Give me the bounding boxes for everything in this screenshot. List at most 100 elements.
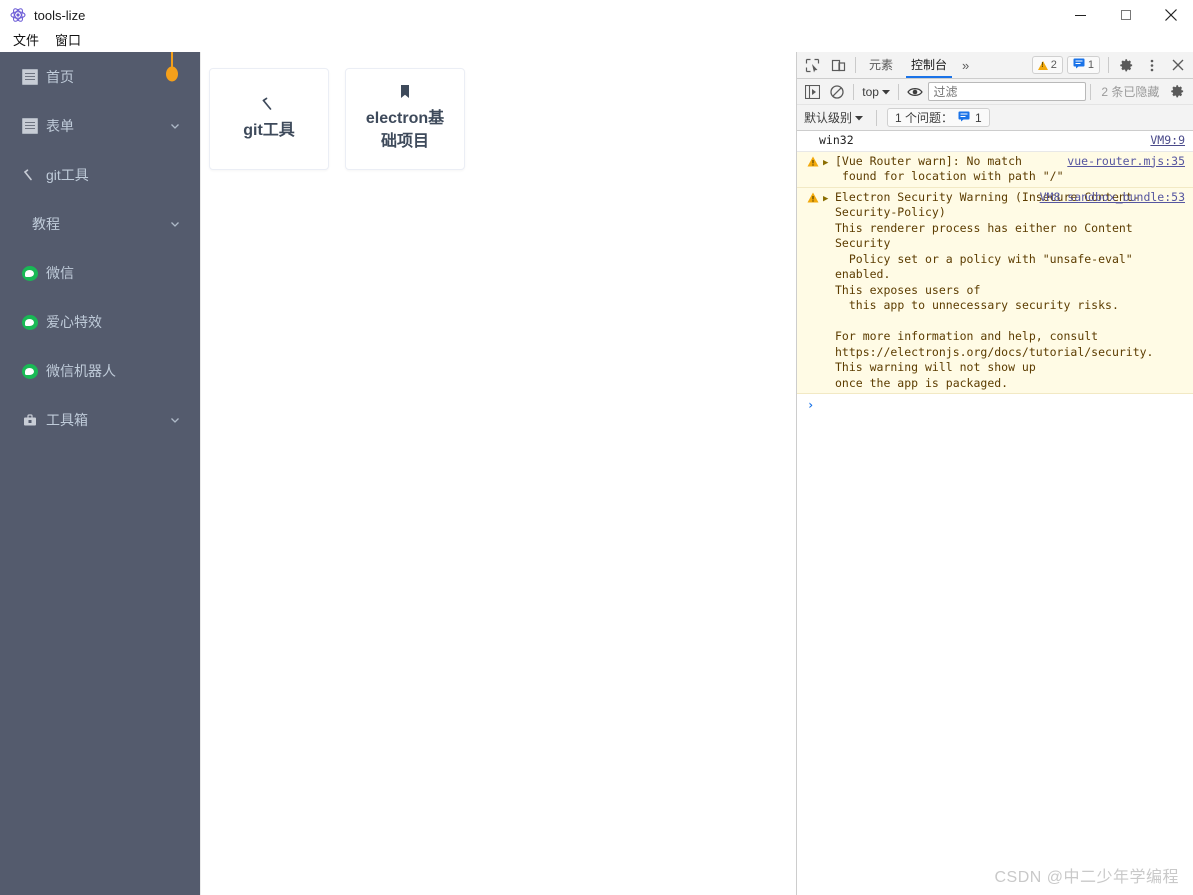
menu-bar: 文件 窗口 bbox=[0, 30, 1193, 52]
issues-label: 1 个问题： bbox=[895, 111, 954, 125]
window-controls bbox=[1058, 0, 1193, 30]
wrench-icon bbox=[22, 167, 38, 183]
card-label: git工具 bbox=[243, 121, 295, 139]
wechat-icon bbox=[22, 363, 38, 379]
console-prompt[interactable]: › bbox=[797, 394, 1193, 416]
wrench-icon bbox=[260, 95, 278, 113]
sidebar-item-label: 微信机器人 bbox=[46, 363, 116, 379]
title-bar: tools-lize bbox=[0, 0, 1193, 30]
divider bbox=[876, 109, 878, 126]
prompt-chevron-icon: › bbox=[807, 398, 815, 412]
close-icon[interactable] bbox=[1165, 53, 1191, 78]
warning-triangle-icon bbox=[1037, 60, 1048, 70]
chevron-down-icon bbox=[168, 217, 182, 231]
execution-context-value: top bbox=[862, 84, 879, 99]
console-message-source[interactable]: VM9:9 bbox=[1150, 133, 1185, 149]
expand-arrow-icon[interactable]: ▶ bbox=[823, 156, 831, 172]
issues-count: 1 bbox=[975, 110, 982, 125]
hidden-messages-count: 2 条已隐藏 bbox=[1101, 85, 1160, 99]
sidebar-item-label: 爱心特效 bbox=[46, 314, 102, 330]
sidebar-item-label: 表单 bbox=[46, 118, 74, 134]
divider bbox=[1108, 57, 1109, 73]
inspect-element-icon[interactable] bbox=[799, 53, 825, 78]
document-icon bbox=[22, 118, 38, 134]
electron-icon bbox=[10, 7, 26, 23]
message-bubble-icon bbox=[1073, 58, 1085, 72]
title-bar-left: tools-lize bbox=[0, 7, 85, 23]
sidebar-item-wechat-robot[interactable]: 微信机器人 bbox=[0, 354, 200, 388]
console-message-source[interactable]: vue-router.mjs:35 bbox=[1067, 154, 1185, 170]
sidebar-item-label: 工具箱 bbox=[46, 412, 88, 428]
content-area: git工具 electron基础项目 bbox=[200, 52, 796, 895]
execution-context-select[interactable]: top bbox=[858, 85, 894, 99]
devtools-tabbar: 元素 控制台 » 2 bbox=[797, 52, 1193, 79]
card-electron-base-project[interactable]: electron基础项目 bbox=[345, 68, 465, 171]
sidebar-item-label: 微信 bbox=[46, 265, 74, 281]
gear-icon[interactable] bbox=[1113, 53, 1139, 78]
sidebar-item-tutorial[interactable]: 教程 bbox=[0, 207, 200, 241]
console-filter-input[interactable] bbox=[927, 82, 1087, 101]
sidebar-item-heart-effect[interactable]: 爱心特效 bbox=[0, 305, 200, 339]
sidebar-item-git-tools[interactable]: git工具 bbox=[0, 158, 200, 192]
minimize-button[interactable] bbox=[1058, 0, 1103, 30]
chevron-down-icon bbox=[881, 85, 890, 99]
log-level-select[interactable]: 默认级别 bbox=[801, 109, 866, 126]
wechat-icon bbox=[22, 265, 38, 281]
more-tabs-button[interactable]: » bbox=[956, 58, 975, 73]
main-body: 首页 表单 git工具 教程 微信 爱心特效 微信机器人 工具箱 git工具 e… bbox=[0, 52, 1193, 895]
sidebar: 首页 表单 git工具 教程 微信 爱心特效 微信机器人 工具箱 bbox=[0, 52, 200, 895]
sidebar-item-home[interactable]: 首页 bbox=[0, 60, 200, 94]
warning-count: 2 bbox=[1050, 59, 1057, 71]
expand-arrow-icon[interactable]: ▶ bbox=[823, 192, 831, 208]
warning-triangle-icon bbox=[807, 156, 819, 172]
sidebar-item-label: 教程 bbox=[32, 216, 60, 232]
console-filter-bar: top 2 条已隐藏 bbox=[797, 79, 1193, 105]
warning-triangle-icon bbox=[807, 192, 819, 208]
kebab-menu-icon[interactable] bbox=[1139, 53, 1165, 78]
toolbox-icon bbox=[22, 412, 38, 428]
divider bbox=[853, 83, 855, 100]
maximize-button[interactable] bbox=[1103, 0, 1148, 30]
console-message-list[interactable]: win32 VM9:9 ▶ [Vue Router warn]: No matc… bbox=[797, 131, 1193, 895]
console-message[interactable]: ▶ [Vue Router warn]: No match found for … bbox=[797, 151, 1193, 188]
document-icon bbox=[22, 69, 38, 85]
sidebar-item-wechat[interactable]: 微信 bbox=[0, 256, 200, 290]
chevron-down-icon bbox=[168, 119, 182, 133]
console-message-text: win32 bbox=[819, 133, 854, 147]
issues-button[interactable]: 1 个问题： 1 bbox=[887, 108, 990, 127]
clear-console-icon[interactable] bbox=[825, 79, 850, 104]
console-sidebar-icon[interactable] bbox=[800, 79, 825, 104]
card-label: electron基础项目 bbox=[365, 110, 445, 151]
devtools-panel: 元素 控制台 » 2 bbox=[796, 52, 1193, 895]
message-bubble-icon bbox=[958, 111, 970, 125]
bookmark-icon bbox=[398, 83, 412, 101]
device-toolbar-icon[interactable] bbox=[825, 53, 851, 78]
close-button[interactable] bbox=[1148, 0, 1193, 30]
console-message[interactable]: ▶ Electron Security Warning (Insecure Co… bbox=[797, 187, 1193, 394]
console-message-source[interactable]: VM8 sandbox_bundle:53 bbox=[1040, 190, 1185, 206]
sidebar-item-toolbox[interactable]: 工具箱 bbox=[0, 403, 200, 437]
console-message-text: Electron Security Warning (Insecure Cont… bbox=[835, 189, 1154, 390]
window-title: tools-lize bbox=[34, 7, 86, 23]
live-expression-icon[interactable] bbox=[903, 79, 928, 104]
card-git-tools[interactable]: git工具 bbox=[209, 68, 329, 171]
wechat-icon bbox=[22, 314, 38, 330]
menu-item-file[interactable]: 文件 bbox=[7, 31, 45, 51]
menu-item-window[interactable]: 窗口 bbox=[49, 31, 87, 51]
console-settings-gear-icon[interactable] bbox=[1165, 79, 1190, 104]
tab-elements[interactable]: 元素 bbox=[860, 52, 902, 78]
message-count: 1 bbox=[1087, 59, 1094, 71]
application-window: tools-lize 文件 窗口 首页 表单 git工具 教程 微信 爱心特效 … bbox=[0, 0, 1193, 895]
sidebar-item-form[interactable]: 表单 bbox=[0, 109, 200, 143]
message-badge[interactable]: 1 bbox=[1066, 56, 1100, 74]
sidebar-item-label: 首页 bbox=[46, 69, 74, 85]
log-level-value: 默认级别 bbox=[804, 111, 853, 125]
console-message[interactable]: win32 VM9:9 bbox=[797, 131, 1193, 152]
divider bbox=[1090, 83, 1092, 100]
chevron-down-icon bbox=[168, 413, 182, 427]
tab-console[interactable]: 控制台 bbox=[902, 52, 956, 78]
divider bbox=[855, 57, 856, 73]
sidebar-item-label: git工具 bbox=[46, 167, 89, 183]
warning-badge[interactable]: 2 bbox=[1031, 56, 1063, 74]
chevron-down-icon bbox=[855, 111, 864, 125]
